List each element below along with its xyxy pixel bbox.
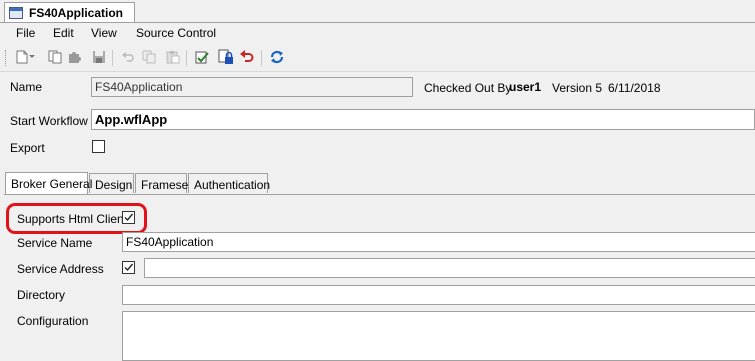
name-field[interactable]: FS40Application [91,77,413,97]
configuration-label: Configuration [17,314,89,328]
start-workflow-field[interactable]: App.wflApp [91,109,755,130]
checked-out-by-user: user1 [509,80,542,94]
menu-bar: File Edit View Source Control [0,23,755,43]
checkout-date: 6/11/2018 [608,81,661,95]
menu-source-control[interactable]: Source Control [136,26,216,40]
dropdown-arrow-icon[interactable] [28,49,36,65]
document-tab-strip: FS40Application [0,0,755,23]
check-in-icon[interactable] [194,49,210,65]
toolbar-separator [261,50,262,66]
copy-document-icon[interactable] [47,49,63,65]
paste-icon[interactable] [165,49,181,65]
toolbar [0,45,755,72]
service-name-label: Service Name [17,236,93,250]
name-label: Name [10,80,43,94]
export-label: Export [10,141,45,155]
tab-frameset[interactable]: Frameset [135,173,192,193]
application-window-icon [9,6,23,19]
menu-edit[interactable]: Edit [53,26,74,40]
configuration-field[interactable] [122,311,755,361]
refresh-sync-icon[interactable] [269,49,285,65]
toolbar-separator [186,50,187,66]
toolbar-separator [112,50,113,66]
toolbar-grip [5,50,7,66]
undo-checkout-icon[interactable] [239,49,255,65]
checkmark-icon [124,263,134,272]
document-tab-title: FS40Application [29,5,124,20]
export-checkbox[interactable] [92,140,105,153]
directory-field[interactable] [122,285,755,305]
highlight-annotation [6,203,147,234]
service-name-field[interactable]: FS40Application [122,232,755,252]
tab-design[interactable]: Design [89,173,134,193]
service-address-field[interactable] [144,258,755,278]
tab-authentication[interactable]: Authentication [188,173,270,193]
puzzle-piece-icon[interactable] [66,49,82,65]
document-tab[interactable]: FS40Application [4,2,135,22]
tab-broker-general[interactable]: Broker General [5,172,92,194]
undo-icon[interactable] [120,49,136,65]
start-workflow-label: Start Workflow [10,114,88,128]
check-out-lock-icon[interactable] [218,49,234,65]
directory-label: Directory [17,288,66,302]
save-icon[interactable] [91,49,107,65]
menu-view[interactable]: View [91,26,117,40]
checked-out-by-label: Checked Out By [424,81,512,95]
service-address-label: Service Address [17,262,104,276]
menu-file[interactable]: File [16,26,35,40]
service-address-checkbox[interactable] [122,261,135,274]
version-text: Version 5 [552,81,603,95]
copy-icon[interactable] [141,49,157,65]
